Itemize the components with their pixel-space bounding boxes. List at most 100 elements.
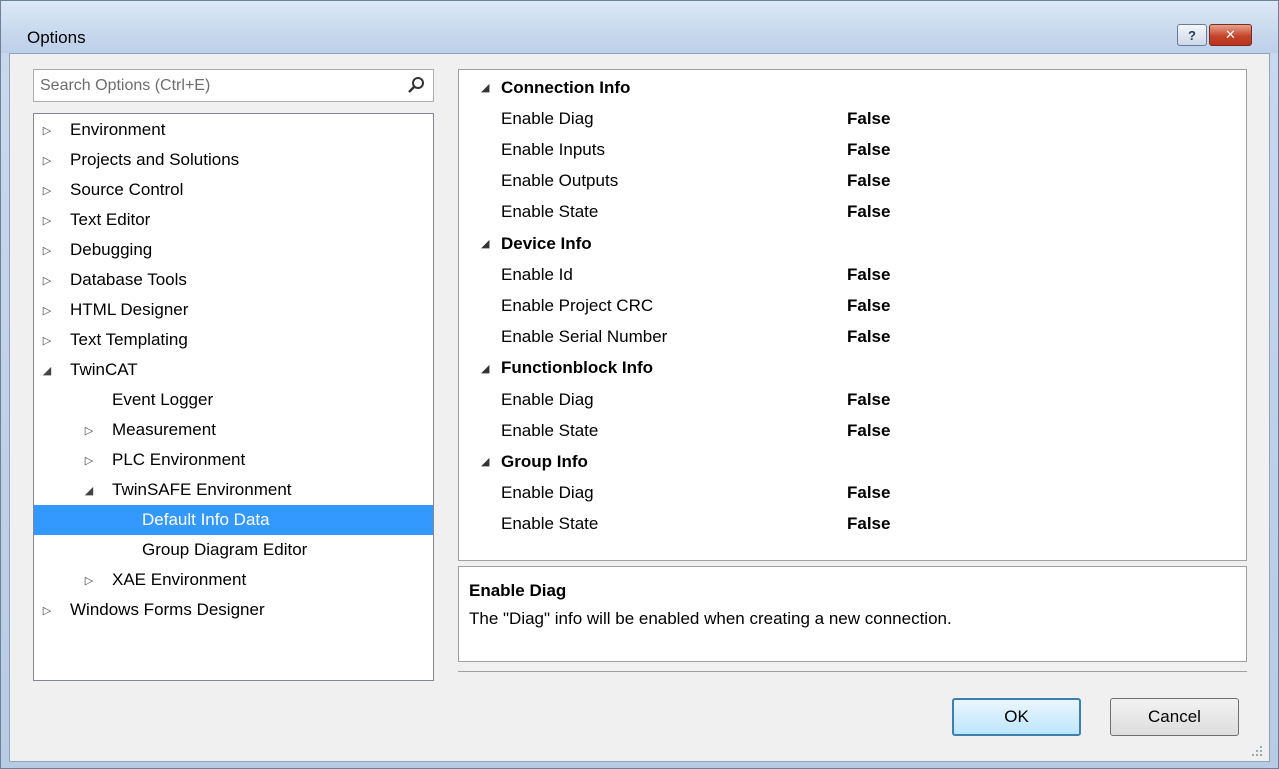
tree-item-label: HTML Designer	[70, 300, 189, 319]
expand-arrow-icon[interactable]: ▷	[38, 274, 56, 287]
help-button[interactable]: ?	[1177, 24, 1207, 46]
tree-item-label: TwinCAT	[70, 360, 138, 379]
search-input[interactable]	[34, 70, 384, 101]
property-name: Enable Inputs	[501, 139, 605, 159]
tree-item[interactable]: ▷ Text Templating	[34, 325, 433, 355]
property-name: Enable Id	[501, 264, 573, 284]
tree-item[interactable]: ▷ PLC Environment	[34, 445, 433, 475]
tree-item[interactable]: ▷ Debugging	[34, 235, 433, 265]
property-name: Enable State	[501, 514, 599, 534]
resize-grip-icon[interactable]	[1251, 745, 1263, 757]
property-value[interactable]: False	[847, 140, 890, 160]
expand-arrow-icon[interactable]: ▷	[38, 124, 56, 137]
property-value[interactable]: False	[847, 265, 890, 285]
expand-arrow-icon[interactable]: ▷	[38, 214, 56, 227]
category-label: Functionblock Info	[501, 358, 654, 378]
expand-arrow-icon[interactable]: ▷	[38, 154, 56, 167]
property-name: Enable State	[501, 420, 599, 440]
expand-arrow-icon[interactable]: ▷	[38, 244, 56, 257]
tree-item-label: Group Diagram Editor	[142, 540, 308, 559]
category-label: Device Info	[501, 233, 592, 253]
tree-item[interactable]: Event Logger	[34, 385, 433, 415]
property-value[interactable]: False	[847, 296, 890, 316]
dialog-body: ▷ Environment ▷ Projects and Solutions ▷ Sour…	[9, 53, 1270, 762]
property-value[interactable]: False	[847, 390, 890, 410]
close-icon: ✕	[1225, 27, 1236, 42]
tree-item[interactable]: ▷ Text Editor	[34, 205, 433, 235]
tree-item[interactable]: Group Diagram Editor	[34, 535, 433, 565]
property-row[interactable]: Enable Diag False	[459, 384, 1246, 415]
property-value[interactable]: False	[847, 109, 890, 129]
tree-item[interactable]: ▷ Environment	[34, 115, 433, 145]
tree-item[interactable]: ▷ HTML Designer	[34, 295, 433, 325]
property-row[interactable]: Enable Project CRC False	[459, 290, 1246, 321]
tree-item[interactable]: ▷ XAE Environment	[34, 565, 433, 595]
tree-item-label: Database Tools	[70, 270, 187, 289]
property-value[interactable]: False	[847, 327, 890, 347]
tree-item[interactable]: ▷ Projects and Solutions	[34, 145, 433, 175]
close-button[interactable]: ✕	[1209, 24, 1252, 46]
category-label: Group Info	[501, 451, 588, 471]
property-name: Enable Diag	[501, 389, 594, 409]
tree-item[interactable]: ▷ Windows Forms Designer	[34, 595, 433, 625]
property-value[interactable]: False	[847, 483, 890, 503]
expand-arrow-icon[interactable]: ▷	[80, 424, 98, 437]
tree-item-label: Debugging	[70, 240, 153, 259]
tree-item-label: Default Info Data	[142, 510, 270, 529]
collapse-arrow-icon[interactable]: ◢	[481, 81, 489, 94]
property-name: Enable Outputs	[501, 171, 619, 191]
property-row[interactable]: Enable Outputs False	[459, 166, 1246, 197]
property-row[interactable]: Enable Id False	[459, 259, 1246, 290]
property-name: Enable Project CRC	[501, 295, 654, 315]
ok-button[interactable]: OK	[952, 698, 1081, 736]
expand-arrow-icon[interactable]: ▷	[38, 304, 56, 317]
property-category[interactable]: ◢ Connection Info	[459, 72, 1246, 103]
property-grid: ◢ Connection Info Enable Diag False Enable I…	[458, 69, 1247, 561]
description-text: The "Diag" info will be enabled when cre…	[469, 609, 952, 628]
tree-item[interactable]: ◢ TwinSAFE Environment	[34, 475, 433, 505]
property-value[interactable]: False	[847, 421, 890, 441]
property-name: Enable State	[501, 202, 599, 222]
expand-arrow-icon[interactable]: ▷	[80, 454, 98, 467]
category-label: Connection Info	[501, 77, 631, 97]
expand-arrow-icon[interactable]: ▷	[38, 184, 56, 197]
property-row[interactable]: Enable Serial Number False	[459, 322, 1246, 353]
tree-item[interactable]: ◢ TwinCAT	[34, 355, 433, 385]
cancel-button[interactable]: Cancel	[1110, 698, 1239, 736]
tree-item[interactable]: ▷ Measurement	[34, 415, 433, 445]
tree-item-label: Projects and Solutions	[70, 150, 240, 169]
separator	[458, 671, 1247, 672]
search-icon[interactable]	[407, 76, 425, 94]
tree-item[interactable]: ▷ Source Control	[34, 175, 433, 205]
expand-arrow-icon[interactable]: ▷	[38, 334, 56, 347]
property-category[interactable]: ◢ Device Info	[459, 228, 1246, 259]
property-value[interactable]: False	[847, 171, 890, 191]
property-row[interactable]: Enable State False	[459, 509, 1246, 540]
property-row[interactable]: Enable Inputs False	[459, 134, 1246, 165]
tree-item-label: XAE Environment	[112, 570, 247, 589]
expand-arrow-icon[interactable]: ▷	[80, 574, 98, 587]
collapse-arrow-icon[interactable]: ◢	[481, 237, 489, 250]
options-tree: ▷ Environment ▷ Projects and Solutions ▷ Sour…	[33, 113, 434, 681]
collapse-arrow-icon[interactable]: ◢	[481, 455, 489, 468]
property-value[interactable]: False	[847, 202, 890, 222]
help-icon: ?	[1188, 27, 1196, 43]
collapse-arrow-icon[interactable]: ◢	[481, 362, 489, 375]
tree-item[interactable]: ▷ Database Tools	[34, 265, 433, 295]
collapse-arrow-icon[interactable]: ◢	[80, 484, 98, 497]
tree-item-label: Text Editor	[70, 210, 151, 229]
tree-item-label: PLC Environment	[112, 450, 246, 469]
collapse-arrow-icon[interactable]: ◢	[38, 364, 56, 377]
property-category[interactable]: ◢ Group Info	[459, 446, 1246, 477]
property-row[interactable]: Enable State False	[459, 197, 1246, 228]
property-row[interactable]: Enable Diag False	[459, 478, 1246, 509]
title-bar[interactable]: Options ? ✕	[1, 1, 1278, 53]
tree-item[interactable]: Default Info Data	[34, 505, 433, 535]
property-value[interactable]: False	[847, 514, 890, 534]
property-row[interactable]: Enable Diag False	[459, 103, 1246, 134]
tree-item-label: Environment	[70, 120, 166, 139]
property-row[interactable]: Enable State False	[459, 415, 1246, 446]
property-category[interactable]: ◢ Functionblock Info	[459, 353, 1246, 384]
tree-item-label: Text Templating	[70, 330, 188, 349]
expand-arrow-icon[interactable]: ▷	[38, 604, 56, 617]
